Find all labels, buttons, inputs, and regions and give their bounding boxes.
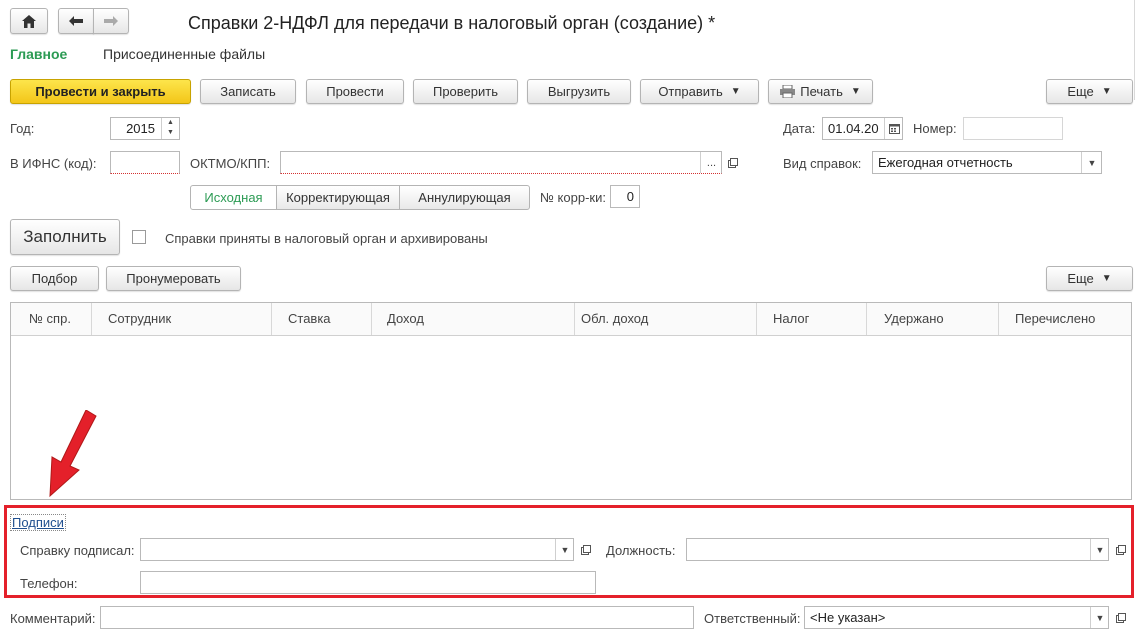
tab-main[interactable]: Главное xyxy=(10,46,67,62)
column-header-transferred[interactable]: Перечислено xyxy=(999,303,1131,335)
responsible-open-button[interactable] xyxy=(1111,606,1130,629)
caret-down-icon: ▼ xyxy=(1095,544,1105,555)
type-dropdown-button[interactable]: ▼ xyxy=(1081,152,1101,173)
table-more-button[interactable]: Еще ▼ xyxy=(1046,266,1133,291)
right-border-line xyxy=(1134,0,1135,100)
oktmo-select-button[interactable]: ... xyxy=(700,152,721,173)
kind-option-corrective[interactable]: Корректирующая xyxy=(276,185,400,210)
caret-down-icon: ▼ xyxy=(1101,86,1112,97)
home-icon xyxy=(22,14,36,28)
column-header-number[interactable]: № спр. xyxy=(11,303,92,335)
type-label: Вид справок: xyxy=(783,156,862,171)
responsible-value: <Не указан> xyxy=(810,610,886,625)
tab-attached-files[interactable]: Присоединенные файлы xyxy=(103,46,265,62)
position-input[interactable]: ▼ xyxy=(686,538,1109,561)
date-value: 01.04.20 xyxy=(828,121,879,136)
home-button[interactable] xyxy=(10,8,48,34)
save-button[interactable]: Записать xyxy=(200,79,296,104)
calendar-button[interactable] xyxy=(884,118,902,139)
back-button[interactable] xyxy=(58,8,94,34)
position-open-button[interactable] xyxy=(1111,538,1130,561)
comment-label: Комментарий: xyxy=(10,611,96,626)
kind-option-cancelling[interactable]: Аннулирующая xyxy=(399,185,530,210)
more-actions-button[interactable]: Еще ▼ xyxy=(1046,79,1133,104)
responsible-dropdown-button[interactable]: ▼ xyxy=(1090,607,1108,628)
date-input[interactable]: 01.04.20 xyxy=(822,117,903,140)
check-button[interactable]: Проверить xyxy=(413,79,518,104)
archived-checkbox[interactable] xyxy=(132,230,146,244)
forward-button[interactable] xyxy=(93,8,129,34)
phone-label: Телефон: xyxy=(20,576,78,591)
printer-icon xyxy=(780,85,796,98)
caret-down-icon: ▼ xyxy=(560,544,570,555)
ifns-label: В ИФНС (код): xyxy=(10,156,97,171)
comment-input[interactable] xyxy=(100,606,694,629)
renumber-button[interactable]: Пронумеровать xyxy=(106,266,241,291)
phone-input[interactable] xyxy=(140,571,596,594)
oktmo-open-button[interactable] xyxy=(723,151,742,174)
type-value: Ежегодная отчетность xyxy=(878,155,1013,170)
signed-by-dropdown-button[interactable]: ▼ xyxy=(555,539,573,560)
position-dropdown-button[interactable]: ▼ xyxy=(1090,539,1108,560)
type-select[interactable]: Ежегодная отчетность ▼ xyxy=(872,151,1102,174)
position-label: Должность: xyxy=(606,543,676,558)
number-label: Номер: xyxy=(913,121,957,136)
caret-down-icon: ▼ xyxy=(730,86,741,97)
responsible-label: Ответственный: xyxy=(704,611,801,626)
print-dropdown-button[interactable]: Печать ▼ xyxy=(768,79,873,104)
red-arrow-annotation xyxy=(49,410,97,498)
column-header-income[interactable]: Доход xyxy=(372,303,575,335)
corr-number-label: № корр-ки: xyxy=(540,190,606,205)
caret-down-icon: ▼ xyxy=(1087,157,1097,168)
print-label: Печать xyxy=(800,84,843,99)
oktmo-input[interactable]: ... xyxy=(280,151,722,174)
column-header-rate[interactable]: Ставка xyxy=(272,303,372,335)
signed-by-input[interactable]: ▼ xyxy=(140,538,574,561)
arrow-left-icon xyxy=(69,16,83,26)
arrow-right-icon xyxy=(104,16,118,26)
window-title: Справки 2-НДФЛ для передачи в налоговый … xyxy=(188,13,716,33)
year-input[interactable]: 2015 ▲ ▼ xyxy=(110,117,180,140)
caret-down-icon: ▼ xyxy=(1095,612,1105,623)
date-label: Дата: xyxy=(783,121,816,136)
open-icon xyxy=(1115,612,1126,623)
oktmo-label: ОКТМО/КПП: xyxy=(190,156,271,171)
open-icon xyxy=(1115,544,1126,555)
column-header-taxable-income[interactable]: Обл. доход xyxy=(575,303,757,335)
responsible-select[interactable]: <Не указан> ▼ xyxy=(804,606,1109,629)
caret-down-icon: ▼ xyxy=(850,86,861,97)
signed-by-open-button[interactable] xyxy=(576,538,595,561)
column-header-withheld[interactable]: Удержано xyxy=(867,303,999,335)
open-icon xyxy=(727,157,738,168)
send-dropdown-button[interactable]: Отправить ▼ xyxy=(640,79,759,104)
send-label: Отправить xyxy=(658,84,723,99)
fill-button[interactable]: Заполнить xyxy=(10,219,120,255)
kind-option-original[interactable]: Исходная xyxy=(190,185,277,210)
open-icon xyxy=(580,544,591,555)
certificates-table[interactable]: № спр. Сотрудник Ставка Доход Обл. доход… xyxy=(10,302,1132,500)
corr-number-input[interactable]: 0 xyxy=(610,185,640,208)
year-label: Год: xyxy=(10,121,35,136)
table-header: № спр. Сотрудник Ставка Доход Обл. доход… xyxy=(11,303,1131,336)
more-label: Еще xyxy=(1067,84,1094,99)
post-button[interactable]: Провести xyxy=(306,79,404,104)
year-spinner[interactable]: ▲ ▼ xyxy=(161,118,179,139)
ifns-input[interactable] xyxy=(110,151,180,174)
signatures-link[interactable]: Подписи xyxy=(10,514,66,531)
table-more-label: Еще xyxy=(1067,271,1094,286)
export-button[interactable]: Выгрузить xyxy=(527,79,631,104)
calendar-icon xyxy=(888,123,900,134)
number-input[interactable] xyxy=(963,117,1063,140)
kind-segmented-control: Исходная Корректирующая Аннулирующая xyxy=(190,185,530,210)
archived-label: Справки приняты в налоговый орган и архи… xyxy=(165,231,488,246)
caret-down-icon: ▼ xyxy=(1101,273,1112,284)
column-header-tax[interactable]: Налог xyxy=(757,303,867,335)
select-button[interactable]: Подбор xyxy=(10,266,99,291)
column-header-employee[interactable]: Сотрудник xyxy=(92,303,272,335)
year-value: 2015 xyxy=(126,121,155,136)
signed-by-label: Справку подписал: xyxy=(20,543,135,558)
post-and-close-button[interactable]: Провести и закрыть xyxy=(10,79,191,104)
